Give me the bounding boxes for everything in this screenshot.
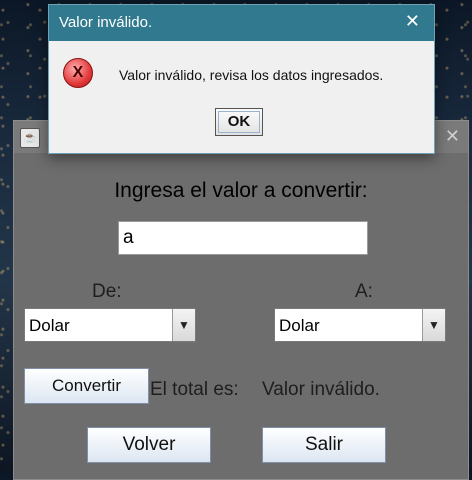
convert-button[interactable]: Convertir xyxy=(24,368,149,404)
dialog-message: Valor inválido, revisa los datos ingresa… xyxy=(119,67,384,83)
from-currency-select[interactable]: Dolar ▼ xyxy=(24,308,196,342)
total-label: El total es: xyxy=(150,379,239,400)
from-currency-value: Dolar xyxy=(29,316,70,335)
to-label: A: xyxy=(355,281,373,302)
back-button[interactable]: Volver xyxy=(87,427,211,463)
total-value: Valor inválido. xyxy=(262,379,380,400)
value-input[interactable] xyxy=(118,221,368,255)
error-icon: X xyxy=(63,58,93,88)
to-currency-select[interactable]: Dolar ▼ xyxy=(274,308,446,342)
java-app-icon: ☕ xyxy=(20,128,40,148)
window-close-icon[interactable]: ✕ xyxy=(445,126,460,147)
dialog-close-icon[interactable]: ✕ xyxy=(405,11,420,32)
exit-button[interactable]: Salir xyxy=(262,427,386,463)
chevron-down-icon[interactable]: ▼ xyxy=(422,309,445,341)
from-label: De: xyxy=(92,281,122,302)
chevron-down-icon[interactable]: ▼ xyxy=(172,309,195,341)
dialog-title: Valor inválido. xyxy=(59,14,153,31)
error-dialog: Valor inválido. ✕ X Valor inválido, revi… xyxy=(48,4,435,154)
to-currency-value: Dolar xyxy=(279,316,320,335)
dialog-titlebar: Valor inválido. ✕ xyxy=(49,5,434,41)
ok-button[interactable]: OK xyxy=(215,108,263,136)
input-heading: Ingresa el valor a convertir: xyxy=(114,179,368,202)
converter-window: ☕ ✕ Ingresa el valor a convertir: De: A:… xyxy=(13,120,469,480)
